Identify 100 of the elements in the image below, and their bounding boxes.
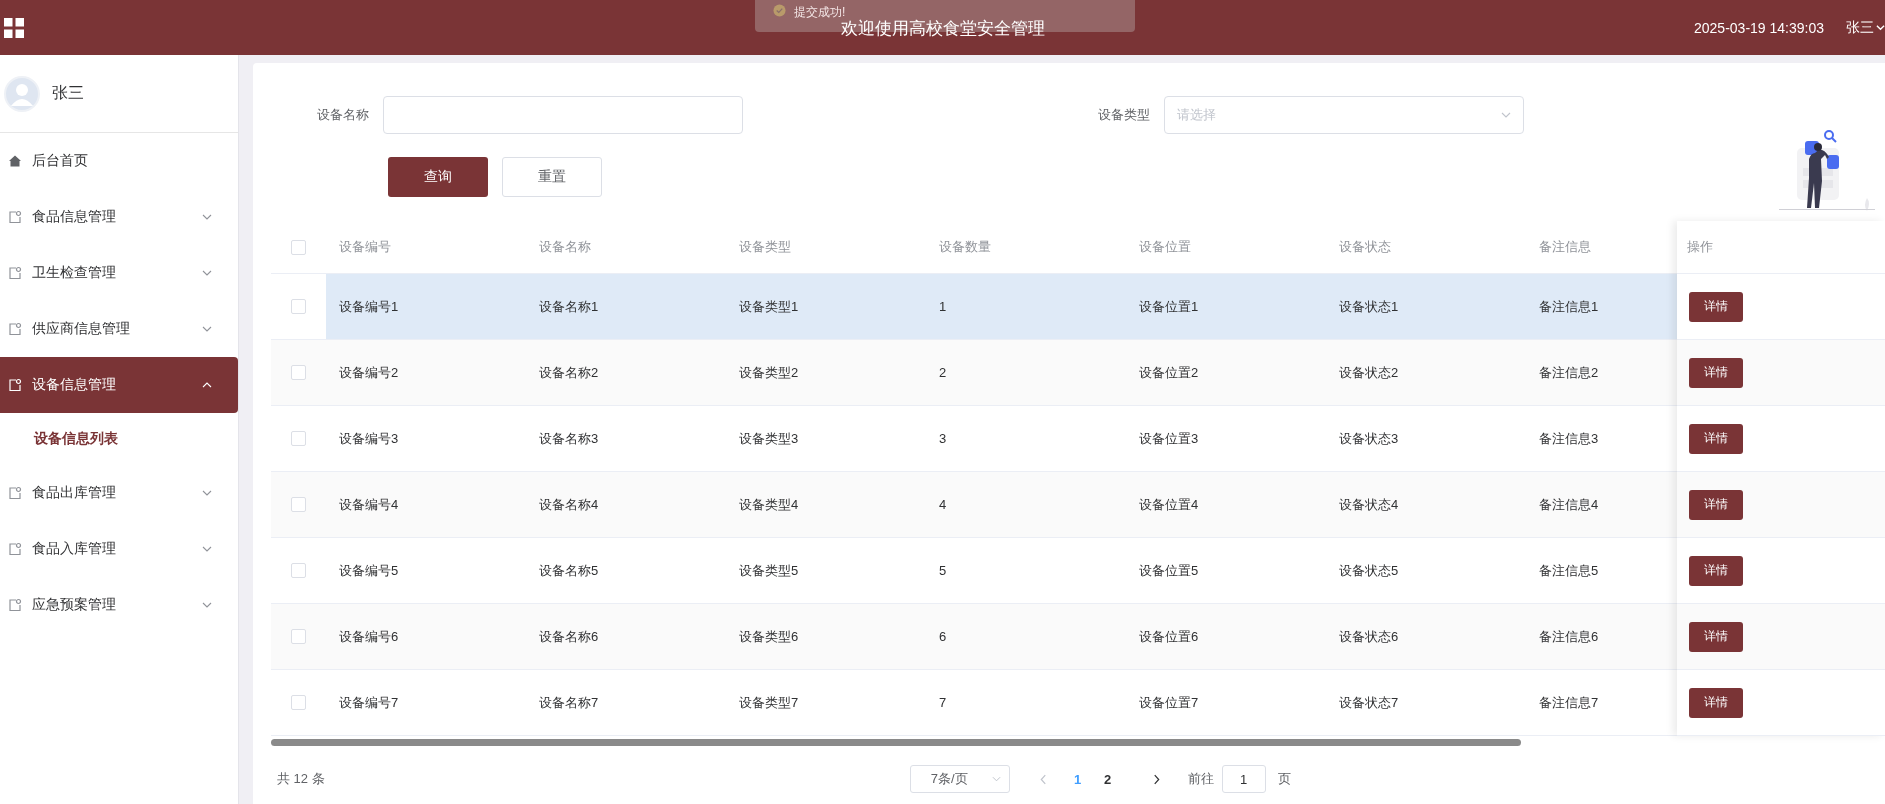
details-button[interactable]: 详情 — [1689, 687, 1743, 718]
table-cell-text: 设备编号2 — [338, 363, 400, 382]
table-cell-text: 设备类型7 — [738, 693, 800, 712]
row-checkbox[interactable] — [291, 431, 306, 446]
app-title: 欢迎使用高校食堂安全管理 — [840, 18, 1045, 40]
table-cell-text: 设备名称1 — [538, 297, 600, 316]
column-header: 设备数量 — [938, 238, 992, 256]
menu-item[interactable]: 供应商信息管理 — [0, 301, 238, 357]
next-page-icon[interactable] — [1152, 773, 1160, 785]
chevron-down-icon — [202, 546, 212, 552]
table-cell-text: 5 — [938, 563, 948, 578]
table-cell-text: 备注信息3 — [1538, 429, 1600, 448]
page-size-select[interactable]: 7条/页 — [909, 765, 1010, 793]
menu-item[interactable]: 食品入库管理 — [0, 521, 238, 577]
table-cell-text: 设备名称2 — [538, 363, 600, 382]
row-checkbox[interactable] — [291, 629, 306, 644]
row-checkbox[interactable] — [291, 695, 306, 710]
row-checkbox[interactable] — [291, 299, 306, 314]
details-button[interactable]: 详情 — [1689, 489, 1743, 520]
table-cell-text: 设备名称3 — [538, 429, 600, 448]
page-number[interactable]: 2 — [1092, 771, 1123, 787]
chevron-down-icon — [202, 326, 212, 332]
caret-icon — [1876, 23, 1885, 32]
menu-item[interactable]: 设备信息管理 — [0, 357, 238, 413]
details-button[interactable]: 详情 — [1689, 555, 1743, 586]
page-input[interactable]: 1 — [1221, 765, 1266, 793]
column-header: 设备状态 — [1338, 238, 1392, 256]
document-icon — [8, 266, 22, 280]
table-cell-text: 设备状态7 — [1338, 693, 1400, 712]
goto-label: 前往 — [1187, 770, 1214, 788]
table-cell-text: 设备编号4 — [338, 495, 400, 514]
menu-item[interactable]: 后台首页 — [0, 133, 238, 189]
row-checkbox[interactable] — [291, 497, 306, 512]
total-count: 共 12 条 — [277, 770, 325, 788]
table-cell-text: 设备名称5 — [538, 561, 600, 580]
column-header: 设备名称 — [538, 238, 592, 256]
table-cell-text: 设备编号1 — [338, 297, 400, 316]
menu-item[interactable]: 食品信息管理 — [0, 189, 238, 245]
row-checkbox[interactable] — [291, 563, 306, 578]
table-cell-text: 设备名称7 — [538, 693, 600, 712]
user-menu[interactable]: 张三 — [1846, 18, 1885, 37]
table-cell-text: 设备名称4 — [538, 495, 600, 514]
scrollbar-thumb[interactable] — [271, 739, 1521, 746]
date-time: 2025-03-19 14:39:03 — [1694, 19, 1824, 36]
table-cell-text: 备注信息5 — [1538, 561, 1600, 580]
table-cell-text: 6 — [938, 629, 948, 644]
chevron-down-icon — [202, 602, 212, 608]
table-cell-text: 设备位置7 — [1138, 693, 1200, 712]
chevron-up-icon — [202, 382, 212, 388]
table-cell-text: 设备状态6 — [1338, 627, 1400, 646]
details-button[interactable]: 详情 — [1689, 357, 1743, 388]
check-circle-icon — [773, 4, 786, 17]
table-cell-text: 设备状态1 — [1338, 297, 1400, 316]
document-icon — [8, 210, 22, 224]
table-cell-text: 备注信息1 — [1538, 297, 1600, 316]
toast-message: 提交成功! — [794, 4, 846, 20]
row-checkbox[interactable] — [291, 365, 306, 380]
document-icon — [8, 322, 22, 336]
chevron-down-icon — [202, 270, 212, 276]
column-header: 设备位置 — [1138, 238, 1192, 256]
menu-item[interactable]: 食品出库管理 — [0, 465, 238, 521]
name-input[interactable] — [383, 96, 743, 134]
column-header: 设备编号 — [338, 238, 392, 256]
table-cell-text: 设备位置5 — [1138, 561, 1200, 580]
select-all-checkbox[interactable] — [291, 239, 306, 255]
chevron-down-icon — [991, 776, 1001, 782]
details-button[interactable]: 详情 — [1689, 291, 1743, 322]
table-cell-text: 设备位置2 — [1138, 363, 1200, 382]
column-header: 备注信息 — [1538, 238, 1592, 256]
details-button[interactable]: 详情 — [1689, 423, 1743, 454]
details-button[interactable]: 详情 — [1689, 621, 1743, 652]
user-name: 张三 — [52, 83, 84, 103]
table-cell-text: 设备类型6 — [738, 627, 800, 646]
previous-page-icon[interactable] — [1039, 773, 1047, 785]
chevron-down-icon — [1501, 112, 1511, 118]
avatar-icon — [4, 75, 40, 112]
menu-icon[interactable] — [4, 17, 24, 38]
table-cell-text: 设备状态2 — [1338, 363, 1400, 382]
table-cell-text: 设备位置6 — [1138, 627, 1200, 646]
table-cell-text: 备注信息6 — [1538, 627, 1600, 646]
table-cell-text: 2 — [938, 365, 948, 380]
menu-item[interactable]: 卫生检查管理 — [0, 245, 238, 301]
table-cell-text: 3 — [938, 431, 948, 446]
reset-button[interactable]: 重置 — [502, 157, 602, 197]
filter-label: 设备名称 — [317, 106, 369, 124]
document-icon — [8, 542, 22, 556]
menu-item[interactable]: 应急预案管理 — [0, 577, 238, 633]
column-header: 操作 — [1687, 238, 1713, 256]
table-cell-text: 备注信息7 — [1538, 693, 1600, 712]
home-icon — [8, 154, 22, 168]
table-cell-text: 设备编号3 — [338, 429, 400, 448]
table-cell-text: 设备状态5 — [1338, 561, 1400, 580]
table-cell-text: 设备状态4 — [1338, 495, 1400, 514]
query-button[interactable]: 查询 — [388, 157, 488, 197]
table-cell-text: 备注信息4 — [1538, 495, 1600, 514]
submenu-item[interactable]: 设备信息列表 — [0, 413, 238, 465]
table-cell-text: 设备编号5 — [338, 561, 400, 580]
table-cell-text: 设备位置4 — [1138, 495, 1200, 514]
table-cell-text: 设备类型5 — [738, 561, 800, 580]
filter-label: 设备类型 — [1098, 106, 1150, 124]
